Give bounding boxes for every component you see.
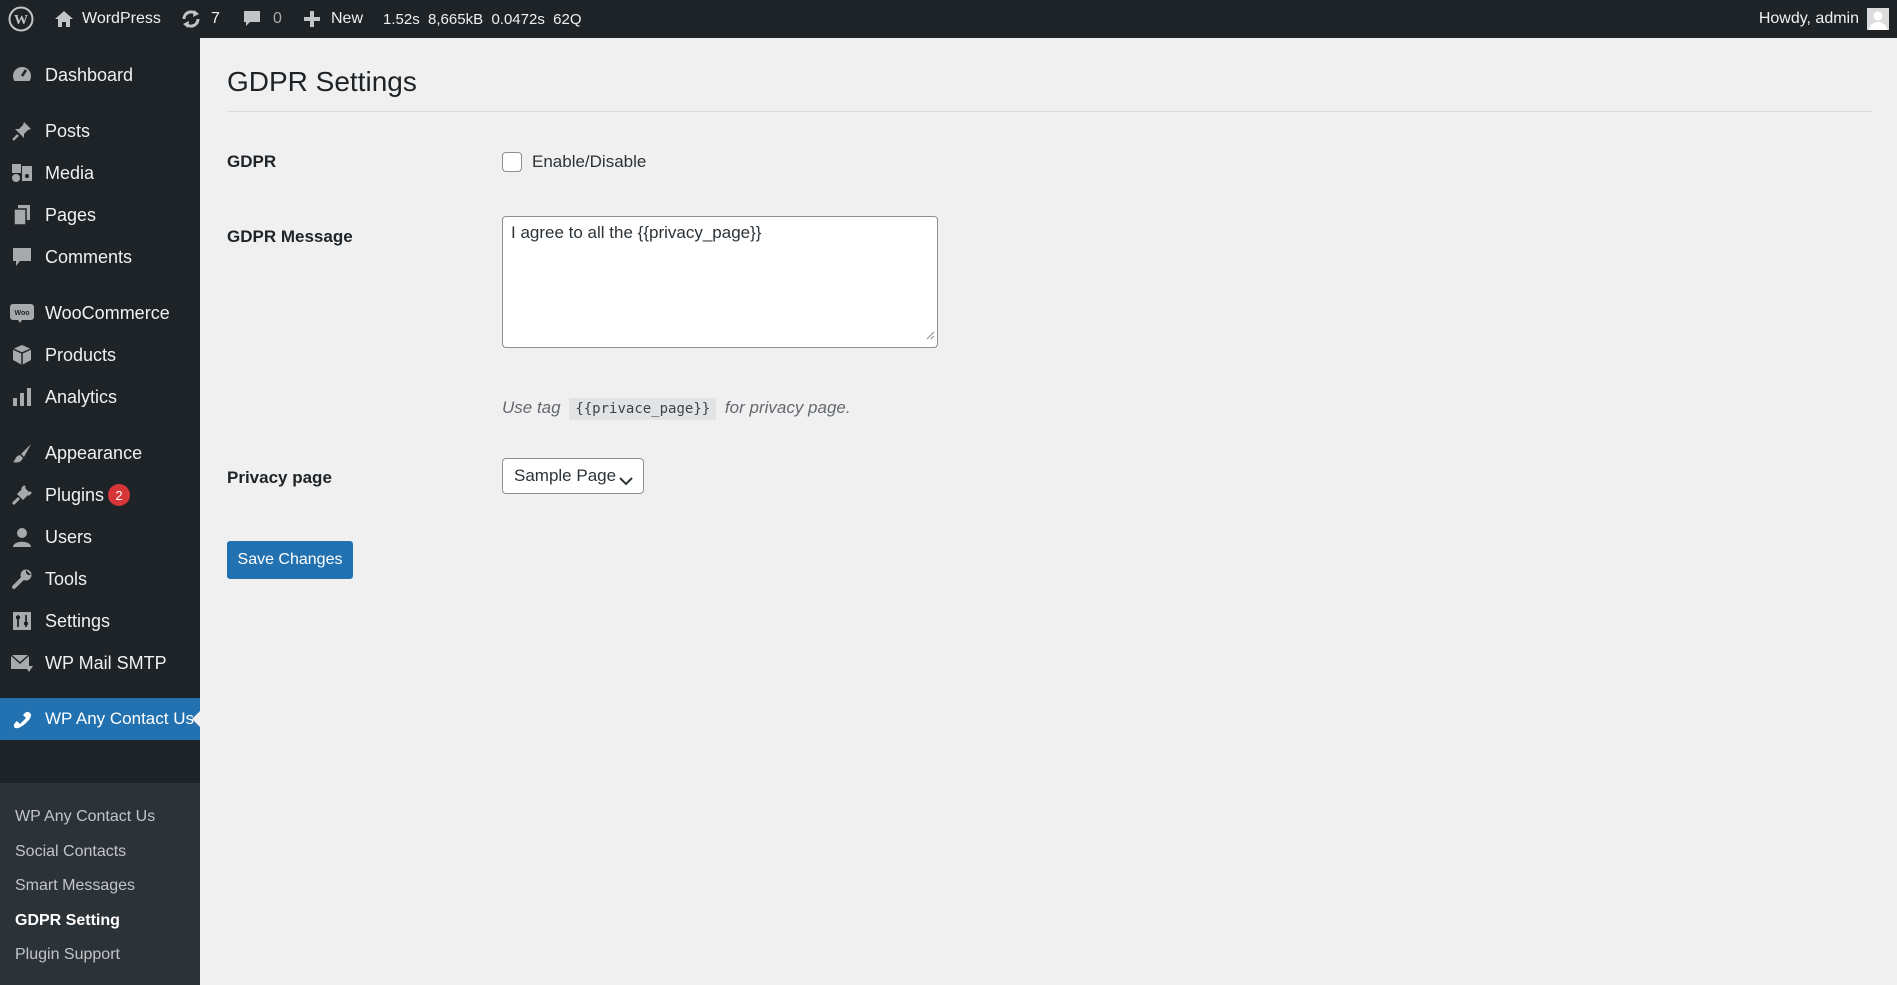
gdpr-label: GDPR bbox=[227, 152, 277, 171]
pages-icon bbox=[10, 203, 34, 227]
plug-icon bbox=[10, 483, 34, 507]
menu-woocommerce[interactable]: Woo WooCommerce bbox=[0, 292, 200, 334]
updates-count: 7 bbox=[211, 10, 220, 27]
menu-label: WP Mail SMTP bbox=[45, 652, 167, 673]
message-description: Use tag {{privace_page}} for privacy pag… bbox=[502, 398, 851, 420]
submenu: WP Any Contact Us Social Contacts Smart … bbox=[0, 783, 200, 985]
privacy-page-label: Privacy page bbox=[227, 468, 332, 487]
menu-label: Posts bbox=[45, 120, 91, 141]
menu-label: Comments bbox=[45, 246, 133, 267]
user-icon bbox=[10, 525, 34, 549]
query-monitor-link[interactable]: 1.52s 8,665kB 0.0472s 62Q bbox=[383, 0, 582, 38]
home-icon bbox=[54, 9, 74, 29]
pushpin-icon bbox=[10, 119, 34, 143]
menu-label: WooCommerce bbox=[45, 302, 170, 323]
textarea-value: I agree to all the {{privacy_page}} bbox=[511, 223, 762, 242]
refresh-icon bbox=[180, 9, 202, 29]
menu-label: Pages bbox=[45, 204, 97, 225]
mail-icon bbox=[10, 651, 34, 675]
chevron-down-icon bbox=[619, 471, 633, 491]
new-label: New bbox=[331, 10, 364, 27]
settings-sliders-icon bbox=[10, 609, 34, 633]
submenu-gdpr-setting[interactable]: GDPR Setting bbox=[15, 912, 120, 930]
menu-label: WP Any Contact Us bbox=[45, 709, 194, 728]
menu-dashboard[interactable]: Dashboard bbox=[0, 54, 200, 96]
page-title: GDPR Settings bbox=[227, 66, 417, 97]
menu-products[interactable]: Products bbox=[0, 334, 200, 376]
paintbrush-icon bbox=[10, 441, 34, 465]
desc-text-before: Use tag bbox=[502, 398, 561, 417]
comments-link[interactable]: 0 bbox=[242, 0, 282, 38]
menu-posts[interactable]: Posts bbox=[0, 110, 200, 152]
resize-grip-icon[interactable] bbox=[925, 325, 935, 345]
new-content-link[interactable]: New bbox=[303, 0, 363, 38]
comment-bubble-icon bbox=[242, 9, 262, 29]
submenu-plugin-support[interactable]: Plugin Support bbox=[15, 946, 120, 964]
menu-users[interactable]: Users bbox=[0, 516, 200, 558]
admin-sidebar: Dashboard Posts Media Pages Comments Woo… bbox=[0, 38, 200, 985]
enable-checkbox-label[interactable]: Enable/Disable bbox=[532, 152, 646, 172]
updates-link[interactable]: 7 bbox=[180, 0, 220, 38]
svg-text:W: W bbox=[14, 13, 28, 28]
comment-bubble-icon bbox=[10, 245, 34, 269]
menu-label: Dashboard bbox=[45, 64, 134, 85]
svg-text:Woo: Woo bbox=[14, 310, 29, 317]
site-name-link[interactable]: WordPress bbox=[54, 0, 161, 38]
menu-comments[interactable]: Comments bbox=[0, 236, 200, 278]
comments-count: 0 bbox=[273, 10, 282, 27]
gdpr-message-textarea[interactable]: I agree to all the {{privacy_page}} bbox=[502, 216, 938, 348]
desc-text-after: for privacy page. bbox=[724, 398, 851, 417]
account-menu[interactable]: Howdy, admin bbox=[1759, 0, 1889, 38]
main-content: GDPR Settings GDPR Enable/Disable GDPR M… bbox=[200, 38, 1897, 947]
submenu-wp-any-contact-us[interactable]: WP Any Contact Us bbox=[15, 808, 155, 826]
menu-pages[interactable]: Pages bbox=[0, 194, 200, 236]
menu-wp-mail-smtp[interactable]: WP Mail SMTP bbox=[0, 642, 200, 684]
privacy-page-select[interactable]: Sample Page bbox=[502, 458, 644, 494]
menu-label: Tools bbox=[45, 568, 88, 589]
submenu-smart-messages[interactable]: Smart Messages bbox=[15, 877, 135, 895]
box-icon bbox=[10, 343, 34, 367]
menu-label: Appearance bbox=[45, 442, 143, 463]
enable-checkbox[interactable] bbox=[502, 152, 522, 172]
menu-label: Analytics bbox=[45, 386, 118, 407]
menu-label: Plugins bbox=[45, 484, 105, 505]
menu-label: Media bbox=[45, 162, 95, 183]
gdpr-message-label: GDPR Message bbox=[227, 227, 353, 246]
media-icon bbox=[10, 161, 34, 185]
wordpress-logo-icon[interactable]: W bbox=[8, 0, 34, 38]
site-name: WordPress bbox=[82, 10, 161, 27]
select-value: Sample Page bbox=[514, 466, 617, 485]
submenu-social-contacts[interactable]: Social Contacts bbox=[15, 843, 126, 861]
dashboard-gauge-icon bbox=[10, 63, 34, 87]
menu-appearance[interactable]: Appearance bbox=[0, 432, 200, 474]
admin-bar: W WordPress 7 0 New 1.52s 8,665kB 0.0472… bbox=[0, 0, 1897, 38]
menu-analytics[interactable]: Analytics bbox=[0, 376, 200, 418]
phone-icon bbox=[10, 707, 34, 731]
save-changes-button[interactable]: Save Changes bbox=[227, 541, 353, 579]
query-count: 62Q bbox=[553, 10, 582, 28]
title-divider bbox=[227, 111, 1872, 112]
memory-usage: 8,665kB bbox=[428, 10, 484, 28]
menu-label: Settings bbox=[45, 610, 111, 631]
query-time: 1.52s bbox=[383, 10, 420, 28]
bar-chart-icon bbox=[10, 385, 34, 409]
wrench-icon bbox=[10, 567, 34, 591]
avatar bbox=[1867, 8, 1889, 30]
howdy-text: Howdy, admin bbox=[1758, 10, 1859, 27]
plus-icon bbox=[303, 10, 321, 28]
tag-code: {{privace_page}} bbox=[569, 398, 717, 420]
menu-label: Users bbox=[45, 526, 93, 547]
woocommerce-icon: Woo bbox=[10, 301, 34, 325]
menu-label: Products bbox=[45, 344, 117, 365]
menu-tools[interactable]: Tools bbox=[0, 558, 200, 600]
menu-media[interactable]: Media bbox=[0, 152, 200, 194]
update-count-badge: 2 bbox=[108, 484, 130, 506]
menu-settings[interactable]: Settings bbox=[0, 600, 200, 642]
menu-wp-any-contact-us[interactable]: WP Any Contact Us bbox=[0, 698, 200, 740]
menu-plugins[interactable]: Plugins 2 bbox=[0, 474, 200, 516]
db-time: 0.0472s bbox=[491, 10, 545, 28]
